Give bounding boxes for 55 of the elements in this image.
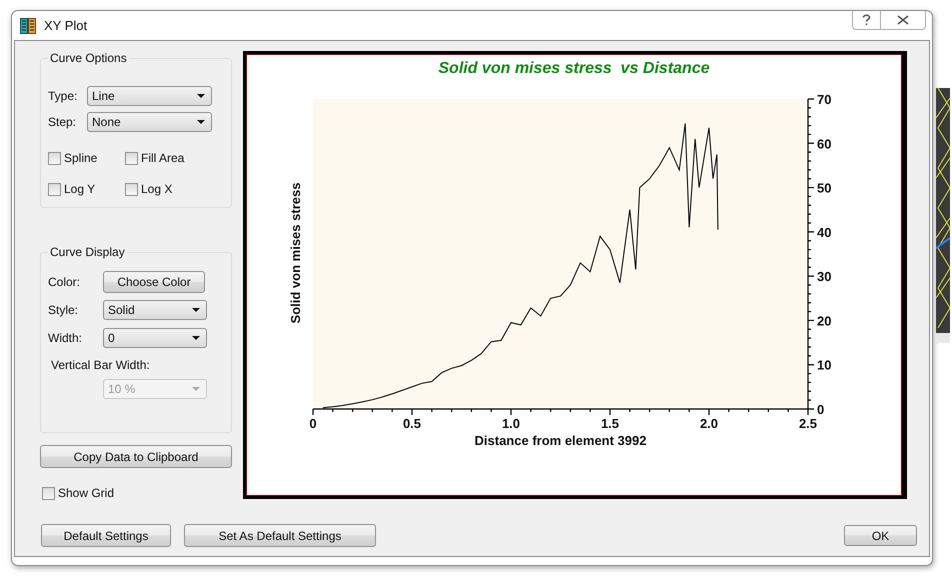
dropdown[interactable]: 0 xyxy=(103,328,207,348)
tick-label: 2.5 xyxy=(798,416,818,431)
tick-label: 1.0 xyxy=(502,416,520,431)
dropdown[interactable]: Line xyxy=(87,86,212,106)
checkbox-label: Spline xyxy=(64,151,98,165)
field-label: Type: xyxy=(48,88,78,102)
checkbox[interactable] xyxy=(42,486,55,500)
caret-icon xyxy=(192,336,200,340)
field-label: Style: xyxy=(48,303,80,317)
help-icon xyxy=(862,14,871,26)
axis-title: Solid von mises stress xyxy=(288,182,303,324)
ok-button[interactable]: OK xyxy=(844,525,917,546)
close-icon xyxy=(897,15,909,25)
field-label: Width: xyxy=(48,331,84,345)
help-button[interactable] xyxy=(852,11,881,30)
dropdown[interactable]: None xyxy=(87,112,212,132)
field-label: Color: xyxy=(48,275,82,289)
group-title: Curve Options xyxy=(48,51,129,65)
tick-label: 0 xyxy=(309,416,317,431)
app-icon xyxy=(20,18,36,34)
checkbox-label: Log Y xyxy=(64,182,96,196)
caret-icon xyxy=(192,387,200,391)
settings-button[interactable]: Default Settings xyxy=(41,524,171,547)
dropdown[interactable]: Solid xyxy=(103,300,207,320)
tick-label: 60 xyxy=(817,136,832,152)
checkbox-label: Fill Area xyxy=(141,151,184,165)
field-label: Vertical Bar Width: xyxy=(51,358,151,372)
checkbox[interactable] xyxy=(48,152,61,164)
checkbox-label: Log X xyxy=(141,182,172,196)
tick-label: 10 xyxy=(817,358,832,373)
axis-title: Distance from element 3992 xyxy=(474,433,646,448)
tick-label: 70 xyxy=(817,92,832,107)
tick-label: 20 xyxy=(817,313,832,328)
checkbox[interactable] xyxy=(48,182,61,196)
tick-label: 2.0 xyxy=(700,416,718,431)
copy-button[interactable]: Copy Data to Clipboard xyxy=(40,445,232,468)
checkbox-label: Show Grid xyxy=(58,486,114,500)
caret-icon xyxy=(192,308,200,312)
choose-color-button[interactable]: Choose Color xyxy=(103,271,205,293)
tick-label: 30 xyxy=(817,269,832,284)
tick-label: 40 xyxy=(817,224,832,240)
caret-icon xyxy=(197,94,205,98)
field-label: Step: xyxy=(48,114,78,128)
settings-button[interactable]: Set As Default Settings xyxy=(184,524,376,547)
close-button[interactable] xyxy=(881,11,926,30)
chart-title: Solid von mises stress vs Distance xyxy=(438,60,710,77)
tick-label: 1.5 xyxy=(600,416,620,431)
tick-label: 0.5 xyxy=(402,416,422,431)
checkbox[interactable] xyxy=(125,182,138,196)
group-title: Curve Display xyxy=(48,245,127,259)
caret-icon xyxy=(197,120,205,124)
tick-label: 50 xyxy=(817,180,832,196)
window-title: XY Plot xyxy=(44,18,88,33)
checkbox[interactable] xyxy=(125,152,138,164)
tick-label: 0 xyxy=(817,402,824,417)
